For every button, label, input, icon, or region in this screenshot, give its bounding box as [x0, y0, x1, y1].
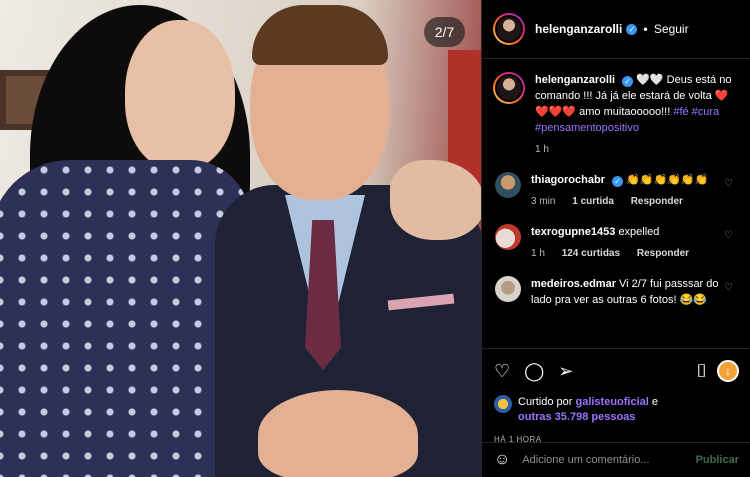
like-comment-heart-icon[interactable]: ♡	[724, 282, 733, 293]
share-send-icon[interactable]: ➢	[558, 361, 573, 382]
verified-icon: ✓	[612, 176, 624, 187]
comment-username[interactable]: texrogupne1453	[531, 226, 615, 238]
follow-button[interactable]: Seguir	[654, 22, 689, 36]
reply-button[interactable]: Responder	[637, 248, 689, 259]
likes-conjunction: e	[651, 396, 659, 408]
verified-icon: ✓	[626, 23, 638, 35]
comment-time: 3 min	[531, 196, 556, 207]
liker-avatar[interactable]	[494, 395, 512, 413]
verified-icon: ✓	[622, 76, 634, 87]
save-bookmark-icon[interactable]: ⌷	[696, 361, 707, 382]
comment-username[interactable]: medeiros.edmar	[531, 278, 616, 290]
liker-username[interactable]: galisteuoficial	[575, 396, 648, 408]
post-header: helenganzarolli ✓ • Seguir	[482, 0, 750, 59]
comment-likes[interactable]: 124 curtidas	[562, 248, 620, 259]
woman-dress	[0, 160, 250, 477]
post-photo[interactable]: 2/7	[0, 0, 481, 477]
comment-text: 👏👏👏👏👏👏	[626, 174, 709, 186]
carousel-counter: 2/7	[424, 17, 465, 47]
comment-username[interactable]: thiagorochabr	[531, 174, 605, 186]
woman-face	[125, 20, 235, 170]
man-hand	[258, 390, 418, 477]
comment-bubble-icon[interactable]: ◯	[524, 361, 544, 382]
publish-button[interactable]: Publicar	[696, 454, 739, 466]
separator-dot: •	[643, 22, 648, 36]
comment-item: thiagorochabr ✓ 👏👏👏👏👏👏 3 min 1 curtida R…	[493, 172, 741, 210]
post-actions: ♡ ◯ ➢ ⌷ ↓ Curtido por galisteuoficial e …	[482, 348, 750, 444]
author-username[interactable]: helenganzarolli	[535, 22, 622, 36]
caption-avatar[interactable]	[493, 72, 525, 104]
author-avatar[interactable]	[493, 13, 525, 45]
likes-others[interactable]: outras 35.798 pessoas	[518, 411, 635, 423]
like-comment-heart-icon[interactable]: ♡	[724, 178, 733, 189]
comment-item: texrogupne1453 expelled 1 h 124 curtidas…	[493, 224, 741, 262]
post-caption: helenganzarolli ✓ 🤍🤍 Deus está no comand…	[493, 72, 741, 158]
add-comment-bar: ☺ Adicione um comentário... Publicar	[482, 442, 750, 477]
comment-likes[interactable]: 1 curtida	[572, 196, 614, 207]
likes-prefix: Curtido por	[518, 396, 573, 408]
comment-item: medeiros.edmar Vi 2/7 fui passsar do lad…	[493, 276, 741, 308]
caption-time: 1 h	[535, 144, 549, 155]
comment-avatar[interactable]	[495, 276, 521, 302]
likes-summary: Curtido por galisteuoficial e outras 35.…	[494, 395, 739, 425]
like-heart-icon[interactable]: ♡	[494, 361, 510, 382]
comment-time: 1 h	[531, 248, 545, 259]
comments-list[interactable]: helenganzarolli ✓ 🤍🤍 Deus está no comand…	[482, 60, 750, 348]
like-comment-heart-icon[interactable]: ♡	[724, 230, 733, 241]
comment-input[interactable]: Adicione um comentário...	[522, 454, 695, 466]
emoji-icon[interactable]: ☺	[494, 451, 510, 469]
download-icon[interactable]: ↓	[717, 360, 739, 382]
reply-button[interactable]: Responder	[631, 196, 683, 207]
caption-username[interactable]: helenganzarolli	[535, 74, 615, 86]
comment-avatar[interactable]	[495, 224, 521, 250]
woman-hand	[390, 160, 481, 240]
comment-avatar[interactable]	[495, 172, 521, 198]
post-side-panel: helenganzarolli ✓ • Seguir helenganzarol…	[481, 0, 750, 477]
comment-text: expelled	[618, 226, 660, 238]
